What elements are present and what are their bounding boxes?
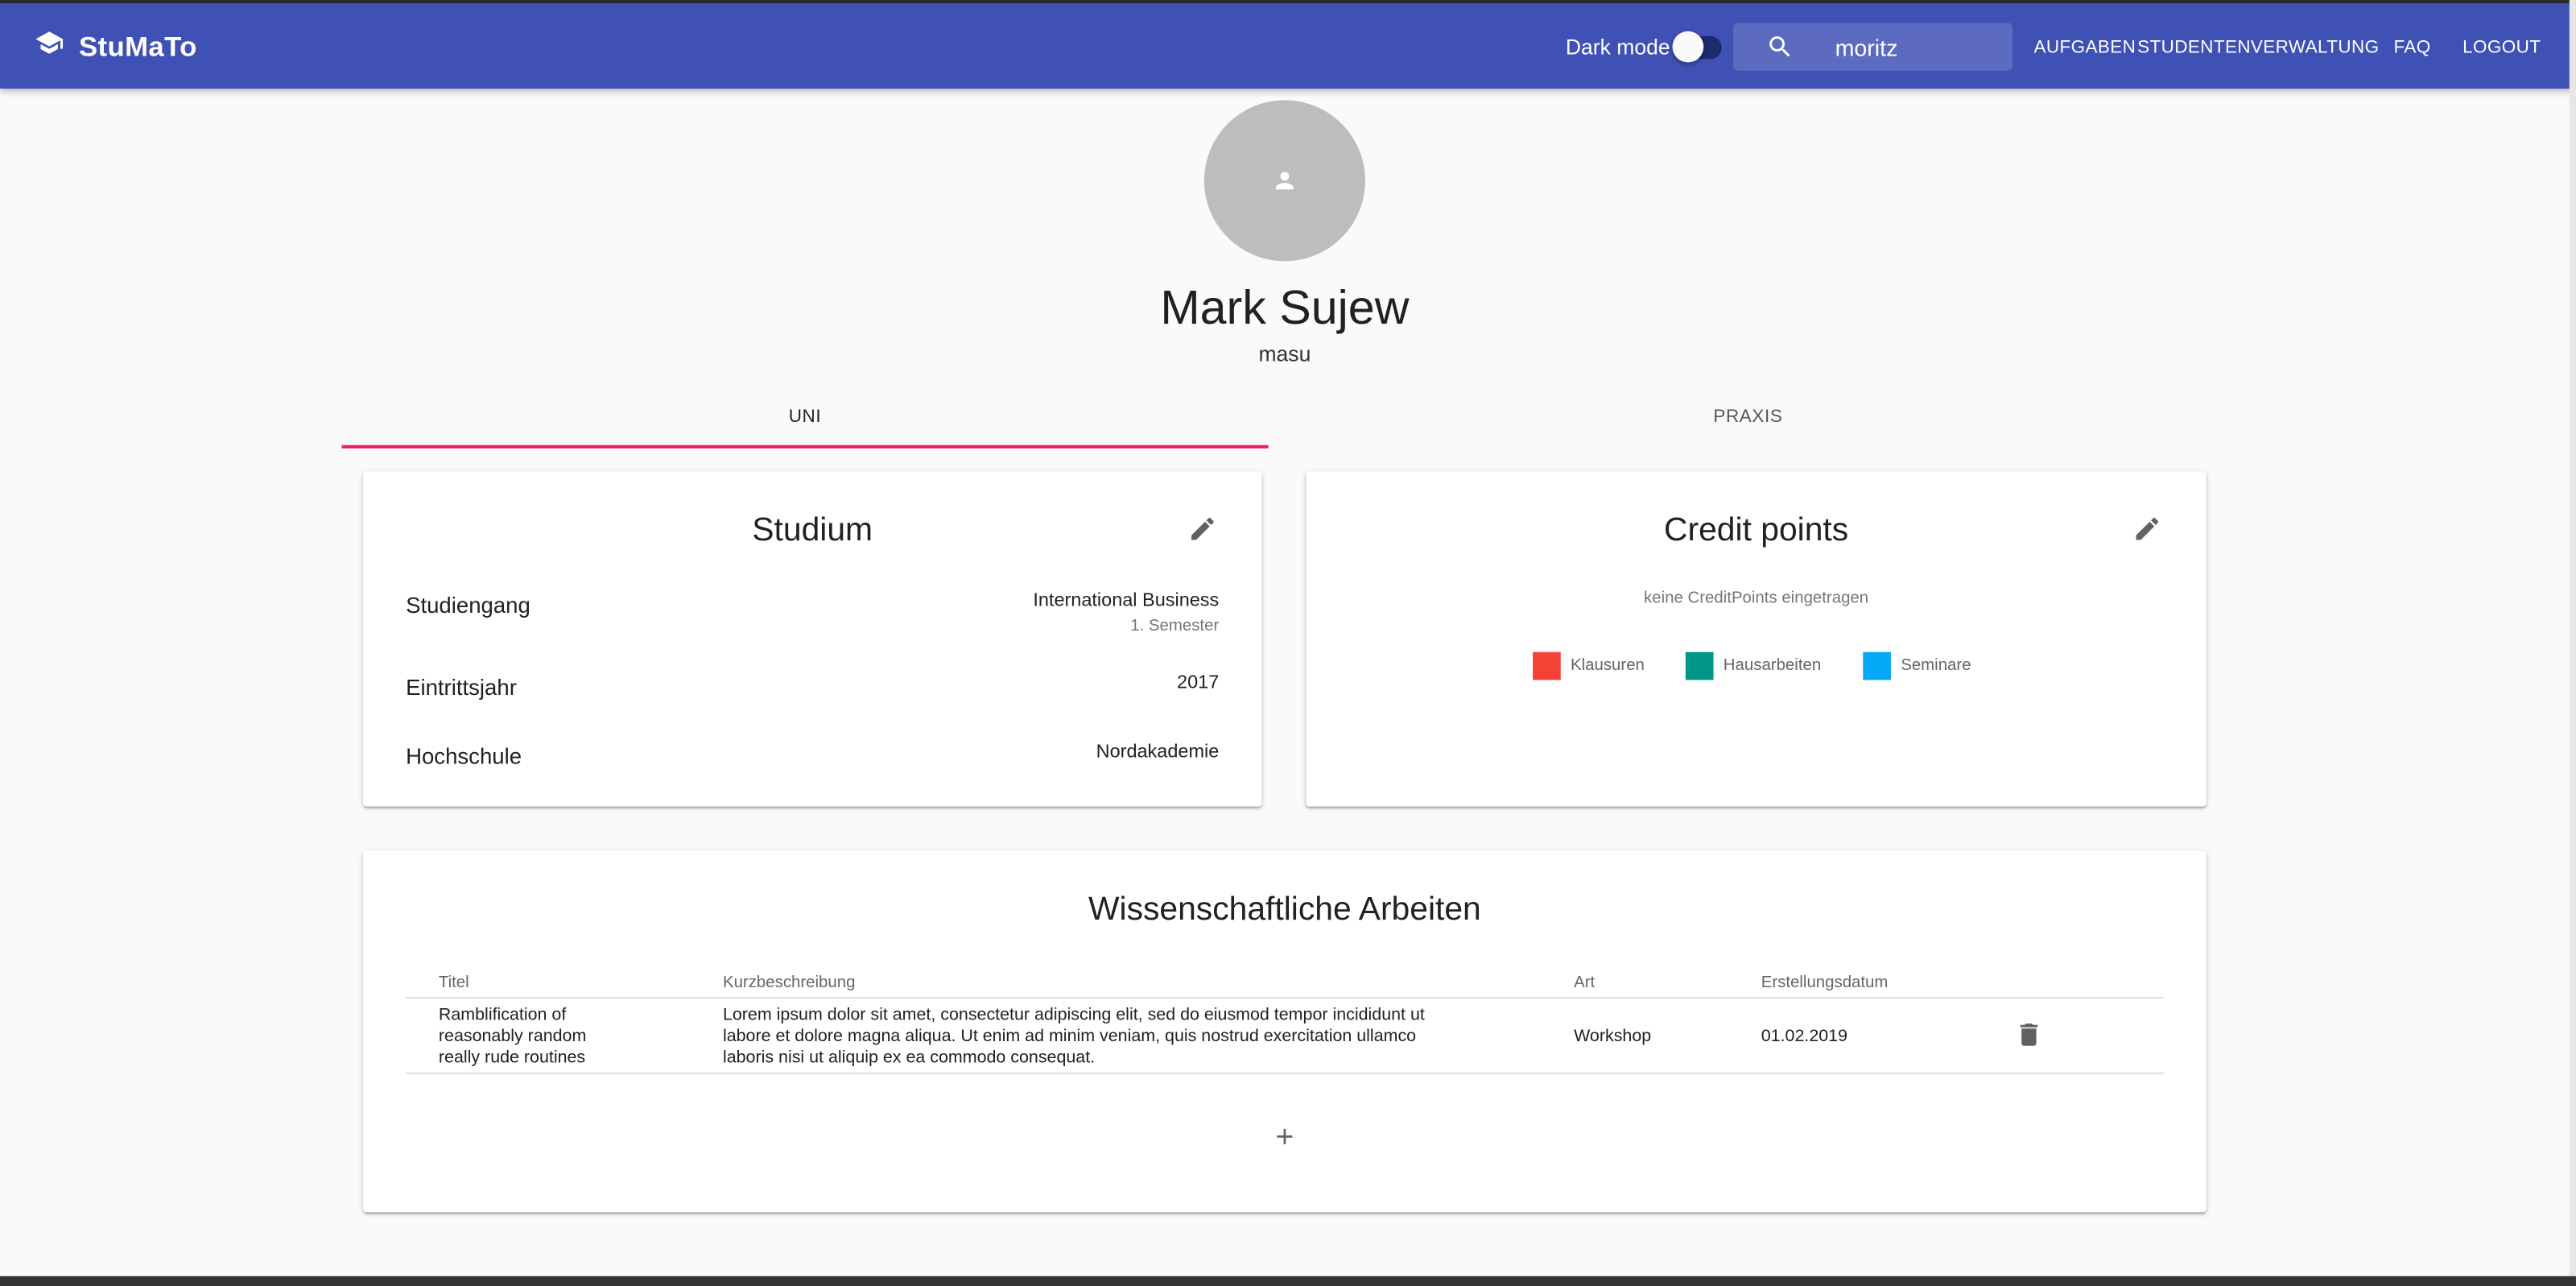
titel-line: Ramblification of (438, 1005, 567, 1025)
table-row-titel: Ramblification of reasonably random real… (439, 1005, 586, 1069)
avatar[interactable] (1203, 100, 1365, 262)
search-icon (1766, 33, 1794, 69)
hochschule-label: Hochschule (406, 743, 522, 769)
table-row-datum: 01.02.2019 (1761, 1026, 1848, 1047)
hochschule-value: Nordakademie (1096, 742, 1220, 763)
edit-studium-button[interactable] (1187, 514, 1217, 552)
nav-studenten[interactable]: STUDENTEN (2137, 38, 2251, 57)
table-row-kurzbeschreibung: Lorem ipsum dolor sit amet, consectetur … (723, 1005, 1425, 1069)
eintrittsjahr-label: Eintrittsjahr (406, 675, 517, 700)
studiengang-value: International Business (1033, 591, 1220, 611)
profile-name: Mark Sujew (1160, 282, 1410, 336)
app-viewport: StuMaTo Dark mode AUFGABEN STUDENTEN VER… (0, 0, 2576, 1286)
legend-swatch (1685, 651, 1714, 680)
legend-seminare[interactable]: Seminare (1863, 651, 1971, 680)
bottom-bar (0, 1276, 2576, 1286)
nav-aufgaben[interactable]: AUFGABEN (2034, 38, 2136, 57)
nav-verwaltung[interactable]: VERWALTUNG (2251, 38, 2380, 57)
profile-username: masu (1258, 341, 1311, 366)
plus-icon (1277, 1128, 1293, 1144)
credit-points-card: Credit points keine CreditPoints eingetr… (1306, 471, 2207, 807)
table-row-art: Workshop (1574, 1026, 1652, 1047)
edit-credit-button[interactable] (2132, 514, 2162, 552)
arbeiten-title: Wissenschaftliche Arbeiten (1088, 891, 1481, 928)
titel-line: reasonably random (438, 1026, 587, 1047)
toggle-knob (1672, 31, 1704, 63)
legend-hausarbeiten[interactable]: Hausarbeiten (1685, 651, 1822, 680)
arbeiten-card: Wissenschaftliche Arbeiten Titel Kurzbes… (363, 850, 2207, 1213)
pencil-icon (1191, 517, 1214, 540)
kurz-line: Lorem ipsum dolor sit amet, consectetur … (722, 1005, 1425, 1025)
graduation-cap-icon (33, 28, 66, 66)
nav-logout[interactable]: LOGOUT (2462, 38, 2541, 57)
credit-empty-text: keine CreditPoints eingetragen (1644, 589, 1869, 608)
delete-button[interactable] (2014, 1020, 2044, 1058)
legend-label: Hausarbeiten (1723, 656, 1822, 676)
legend-label: Klausuren (1571, 656, 1645, 676)
search-input[interactable] (1835, 23, 2006, 71)
legend-swatch (1533, 651, 1561, 680)
scrollbar-track[interactable] (2569, 0, 2576, 1286)
tab-praxis[interactable]: PRAXIS (1268, 387, 2227, 448)
studiengang-label: Studiengang (406, 593, 530, 618)
column-header-titel[interactable]: Titel (439, 974, 469, 991)
credit-title: Credit points (1664, 512, 1849, 549)
table-divider (406, 1072, 2164, 1074)
app-title: StuMaTo (78, 30, 197, 62)
eintrittsjahr-value: 2017 (1177, 673, 1220, 693)
legend-klausuren[interactable]: Klausuren (1533, 651, 1645, 680)
studium-title: Studium (752, 512, 873, 549)
person-icon (1272, 167, 1298, 202)
titel-line: really rude routines (438, 1048, 586, 1068)
search-box (1733, 23, 2013, 71)
column-header-art[interactable]: Art (1574, 974, 1595, 991)
pencil-icon (2136, 517, 2159, 540)
nav-faq[interactable]: FAQ (2393, 38, 2430, 57)
column-header-kurzbeschreibung[interactable]: Kurzbeschreibung (723, 974, 856, 991)
brand[interactable]: StuMaTo (33, 28, 197, 66)
app-bar: StuMaTo Dark mode AUFGABEN STUDENTEN VER… (0, 0, 2576, 89)
kurz-line: labore et dolore magna aliqua. Ut enim a… (722, 1026, 1417, 1047)
dark-mode-label: Dark mode (1565, 34, 1670, 60)
semester-value: 1. Semester (1130, 617, 1220, 636)
trash-icon (2020, 1023, 2038, 1046)
kurz-line: laboris nisi ut aliquip ex ea commodo co… (722, 1048, 1096, 1068)
legend-label: Seminare (1901, 656, 1971, 676)
legend-swatch (1863, 651, 1891, 680)
column-header-erstellungsdatum[interactable]: Erstellungsdatum (1761, 974, 1889, 991)
tab-uni[interactable]: UNI (341, 387, 1269, 449)
dark-mode-toggle[interactable] (1672, 31, 1722, 63)
table-divider (406, 997, 2164, 999)
add-arbeit-button[interactable] (1272, 1123, 1298, 1158)
studium-card: Studium Studiengang International Busine… (363, 471, 1262, 807)
